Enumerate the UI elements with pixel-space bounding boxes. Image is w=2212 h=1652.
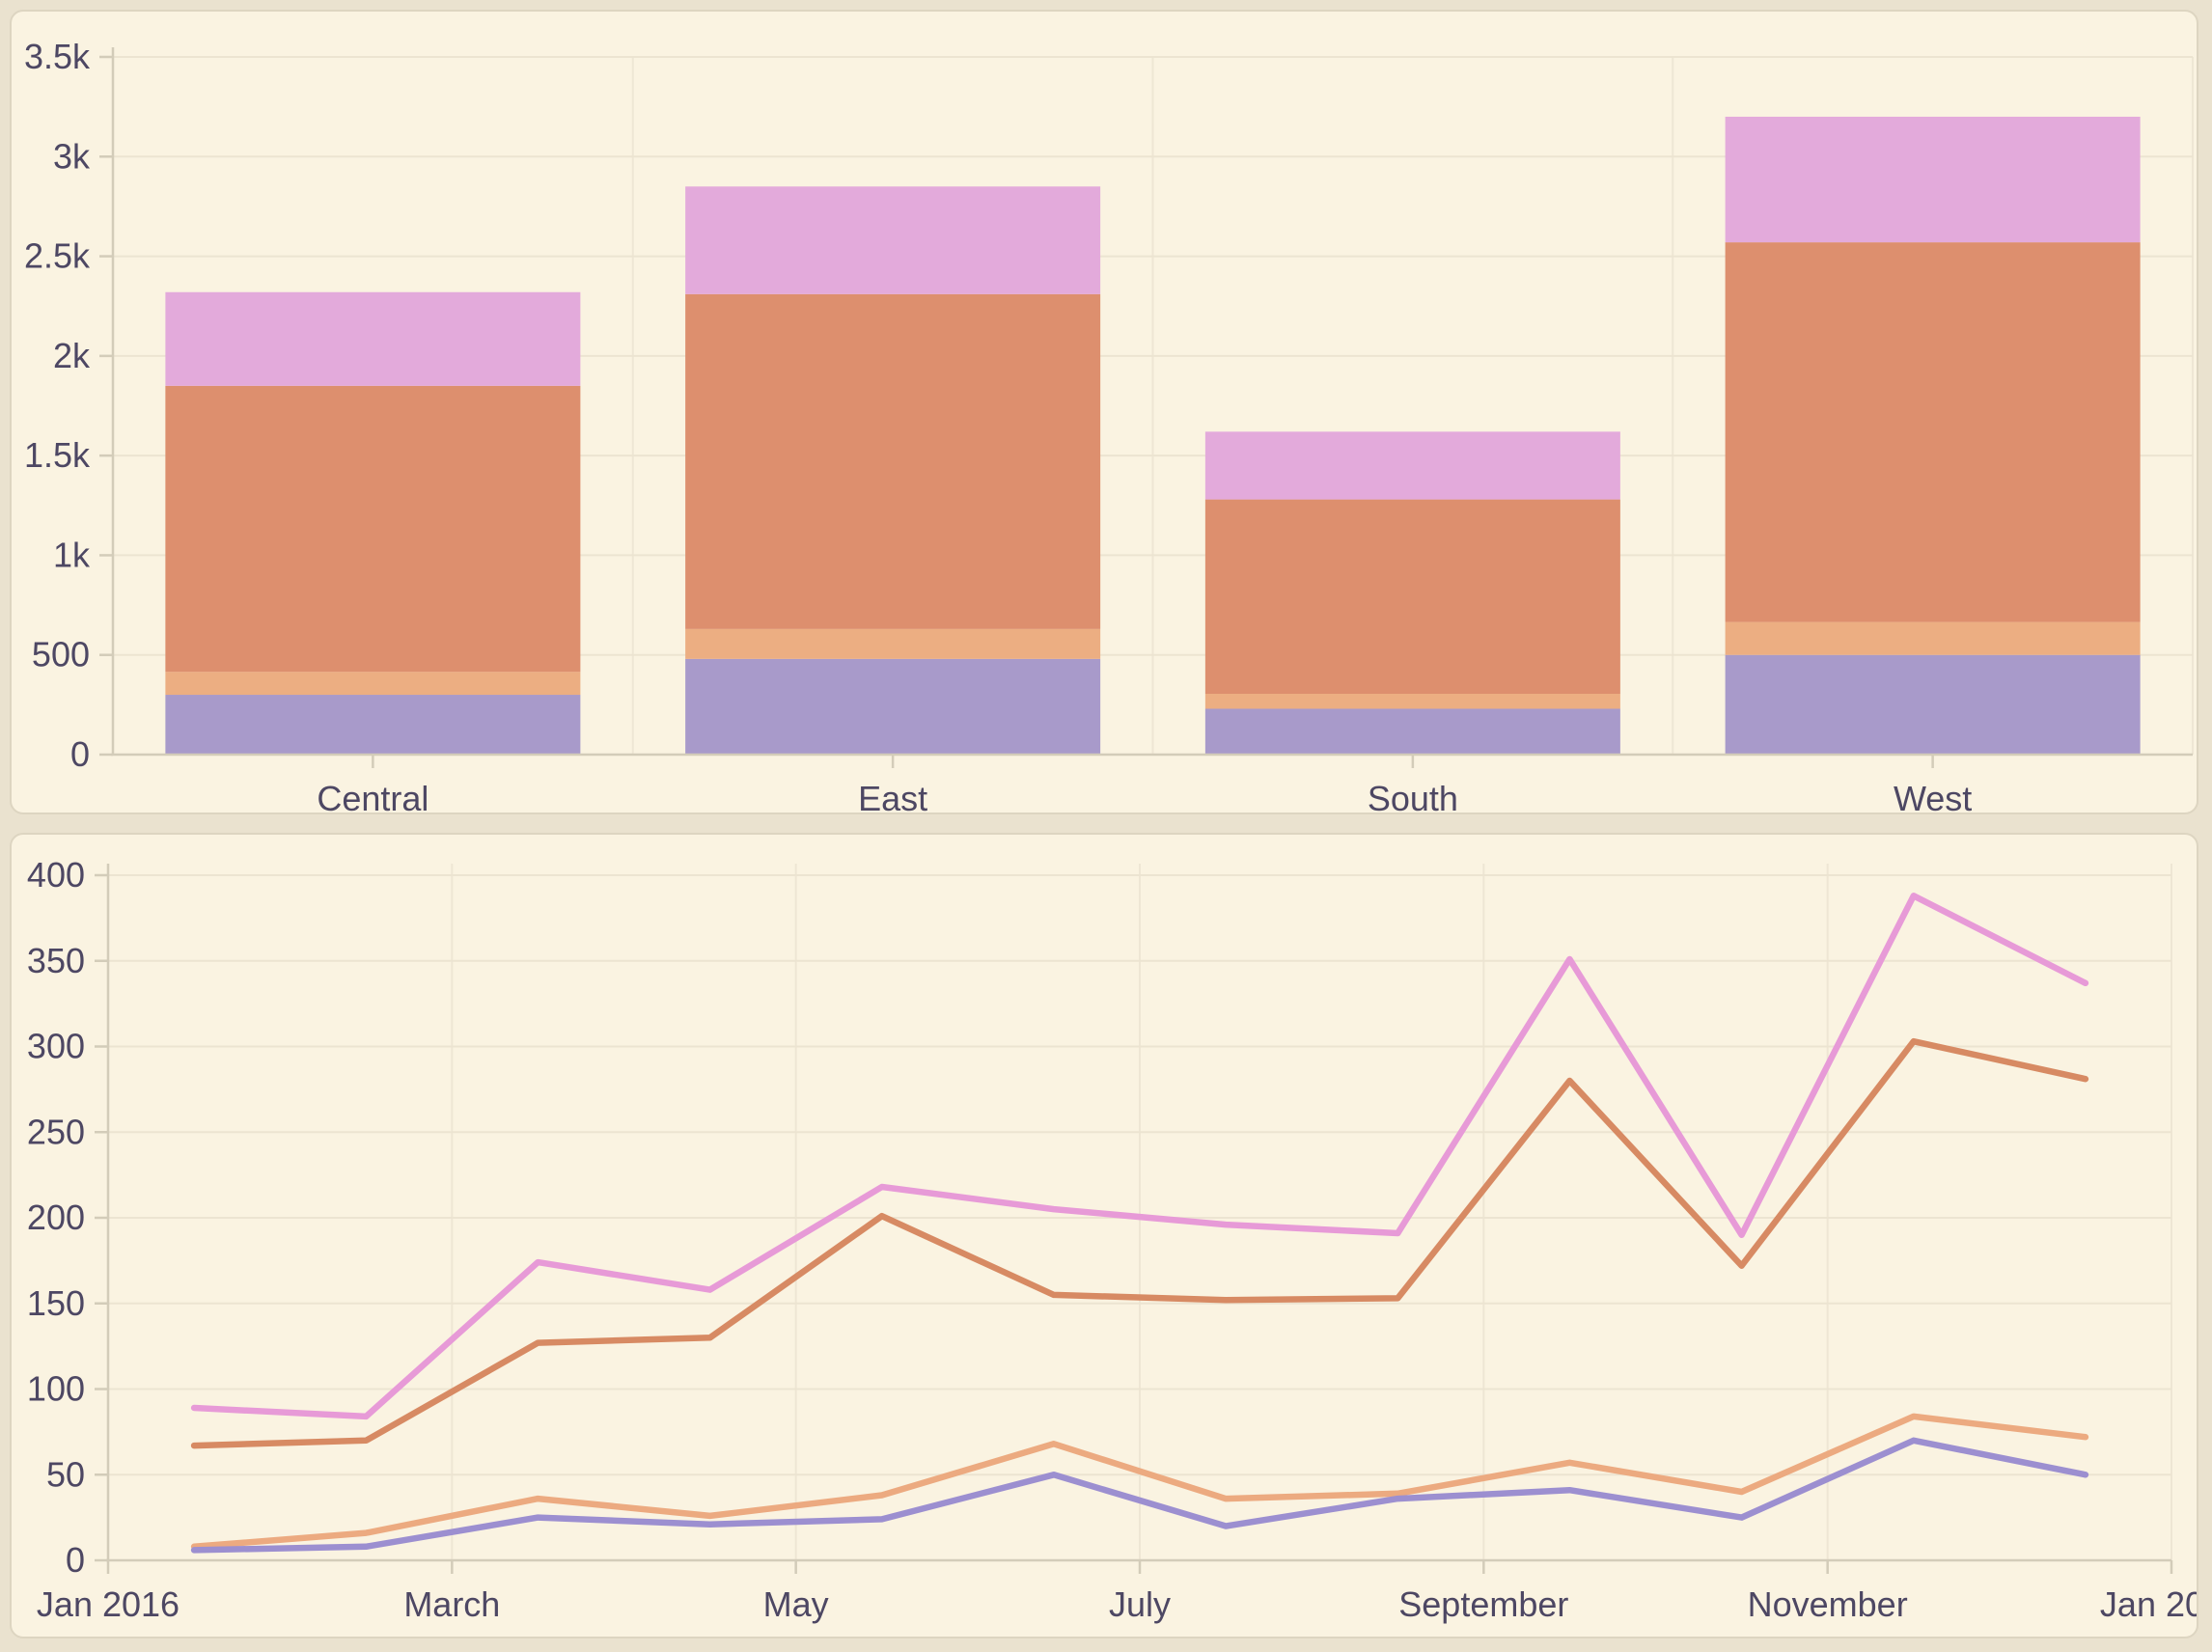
y-tick-label: 100 [27,1369,85,1409]
bar-segment-south-purple[interactable] [1205,708,1620,755]
y-tick-label: 50 [46,1454,85,1494]
x-tick-label: South [1368,779,1458,812]
y-tick-label: 150 [27,1283,85,1323]
x-tick-label: Jan 2016 [37,1584,180,1624]
bar-segment-west-purple[interactable] [1726,655,2141,755]
y-tick-label: 500 [32,635,90,675]
y-tick-label: 1k [53,535,91,574]
y-tick-label: 350 [27,941,85,980]
line-chart-panel: 0 50 100 150 200 250 300 350 400 Jan 2016 March May… [10,833,2198,1638]
bar-segment-central-pink[interactable] [165,292,580,386]
x-tick-label: East [858,779,927,812]
y-tick-label: 250 [27,1112,85,1151]
y-tick-label: 300 [27,1027,85,1066]
bar-segment-west-peach[interactable] [1726,622,2141,655]
x-tick-label: May [763,1584,829,1624]
y-tick-label: 400 [27,855,85,895]
bar-segment-east-purple[interactable] [685,659,1100,755]
gridlines [108,864,2171,1560]
bar-segment-east-pink[interactable] [685,186,1100,294]
bar-segment-west-orange[interactable] [1726,242,2141,622]
x-tick-label: Central [317,779,429,812]
bar-segment-east-peach[interactable] [685,629,1100,659]
bar-segment-central-peach[interactable] [165,672,580,695]
x-tick-label: Jan 2017 [2100,1584,2197,1624]
bar-segment-central-purple[interactable] [165,695,580,755]
axis-labels: 0 50 100 150 200 250 300 350 400 Jan 2016 March May… [27,855,2197,1624]
y-tick-label: 3.5k [24,37,91,76]
y-tick-label: 1.5k [24,435,91,475]
line-chart-svg[interactable]: 0 50 100 150 200 250 300 350 400 Jan 2016 March May… [12,835,2197,1637]
bar-segment-central-orange[interactable] [165,386,580,672]
y-tick-label: 0 [66,1540,85,1580]
bar-segment-south-orange[interactable] [1205,500,1620,694]
bar-segment-east-orange[interactable] [685,294,1100,629]
x-tick-label: July [1109,1584,1171,1624]
bar-segment-south-peach[interactable] [1205,694,1620,708]
y-tick-label: 200 [27,1198,85,1237]
x-tick-label: March [403,1584,500,1624]
y-tick-label: 3k [53,136,91,176]
x-tick-label: November [1748,1584,1908,1624]
bar-chart-svg[interactable]: 0 500 1k 1.5k 2k 2.5k 3k 3.5k Central East South We… [12,12,2197,812]
x-tick-label: September [1398,1584,1568,1624]
stacked-bar-chart-panel: 0 500 1k 1.5k 2k 2.5k 3k 3.5k Central East South We… [10,10,2198,814]
bar-segment-south-pink[interactable] [1205,431,1620,499]
y-tick-label: 2.5k [24,236,91,276]
bar-segment-west-pink[interactable] [1726,117,2141,242]
y-tick-label: 2k [53,336,91,375]
y-tick-label: 0 [70,734,90,774]
x-tick-label: West [1894,779,1972,812]
